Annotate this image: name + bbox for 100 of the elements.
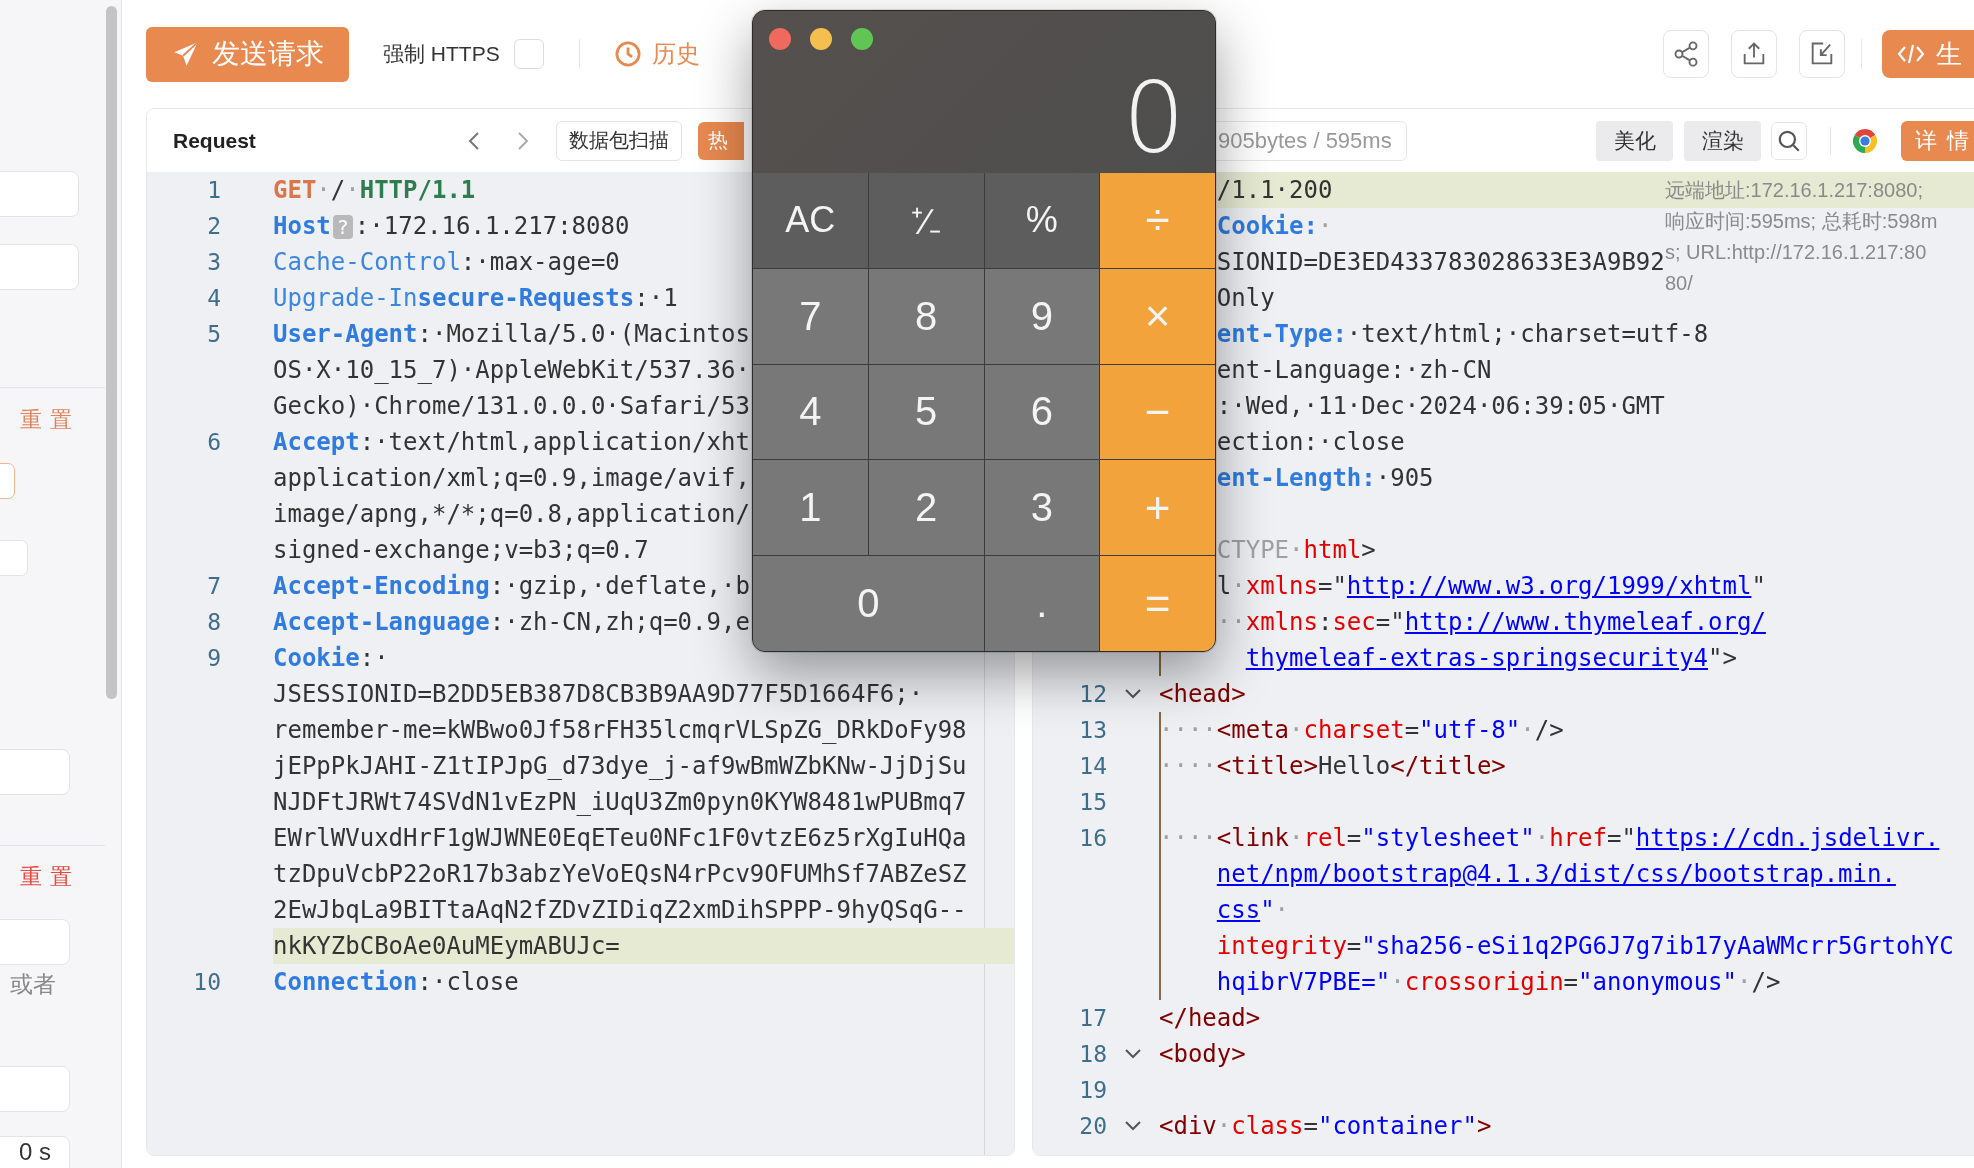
code-line: Gecko)·Chrome/131.0.0.0·Safari/53 (273, 391, 750, 422)
line-number: 16 (1078, 824, 1107, 853)
line-number: 13 (1078, 716, 1107, 745)
code-line: Cache-Control:·max-age=0 (273, 247, 620, 278)
line-number: 19 (1078, 1076, 1107, 1105)
reset-button[interactable]: 重 置 (20, 862, 74, 892)
calculator-key[interactable]: 8 (868, 268, 984, 364)
line-number: 9 (206, 644, 221, 673)
code-line: EWrlWVuxdHrF1gWJWNE0EqETeu0NFc1F0vtzE6z5rXgIuHQa (273, 823, 967, 854)
calculator-key[interactable]: % (984, 173, 1100, 268)
code-line: SIONID=DE3ED433783028633E3A9B92 (1216, 247, 1665, 278)
scrollbar[interactable] (106, 6, 117, 699)
chevron-down-icon[interactable] (1123, 1047, 1143, 1061)
code-line: <div·class="container"> (1159, 1111, 1492, 1142)
calculator-key[interactable]: 2 (868, 460, 984, 556)
input-field[interactable] (0, 244, 79, 290)
code-line: </head> (1159, 1003, 1261, 1034)
calculator-key[interactable]: ⁺∕₋ (868, 173, 984, 268)
view-button[interactable]: 美化 (1596, 120, 1673, 161)
chevron-down-icon[interactable] (1123, 1119, 1143, 1133)
code-line: 2EwJbqLa9BITtaAqN2fZDvZIDiqZ2xmDihSPPP-9hyQSqG-- (273, 895, 967, 926)
share-button[interactable] (1663, 30, 1709, 78)
hot-button[interactable]: 热 (698, 121, 744, 160)
code-line: <body> (1159, 1039, 1246, 1070)
line-number: 10 (192, 968, 221, 997)
code-line: Accept-Language:·zh-CN,zh;q=0.9,e (273, 607, 750, 638)
maximize-button[interactable] (851, 28, 873, 50)
minimize-button[interactable] (810, 28, 832, 50)
code-line: Cookie:· (1216, 211, 1333, 242)
code-line: ent-Type:·text/html;·charset=utf-8 (1216, 319, 1709, 350)
line-number: 17 (1078, 1004, 1107, 1033)
input-field[interactable]: 0 s (0, 1136, 70, 1168)
calculator-key[interactable]: 4 (753, 364, 868, 460)
details-button[interactable]: 详 情 (1901, 120, 1974, 161)
line-number: 14 (1078, 752, 1107, 781)
send-button[interactable]: 发送请求 (146, 26, 349, 82)
code-line: GET·/·HTTP/1.1 (273, 175, 476, 206)
code-line: CTYPE·html> (1216, 535, 1376, 566)
input-field[interactable] (0, 749, 70, 795)
code-line: ····<meta·charset="utf-8"·/> (1159, 715, 1564, 746)
scan-button[interactable]: 数据包扫描 (556, 120, 682, 161)
line-number: 12 (1078, 680, 1107, 709)
calculator-key[interactable]: AC (753, 173, 868, 268)
code-line: ection:·close (1216, 427, 1405, 458)
code-line: Host ? :·172.16.1.217:8080 (273, 211, 630, 242)
code-line: jEPpPkJAHI-Z1tIPJpG_d73dye_j-af9wBmWZbKNw-JjDjSu (273, 751, 967, 782)
code-line: ····<link·rel="stylesheet"·href="https://cdn.jsdelivr. (1159, 823, 1940, 854)
calculator-key[interactable]: 9 (984, 268, 1100, 364)
calculator-key[interactable]: 1 (753, 460, 868, 556)
calculator-key[interactable]: 0 (753, 556, 984, 651)
code-line: Accept-Encoding:·gzip,·deflate,·b (273, 571, 750, 602)
code-line: image/apng,*/*;q=0.8,application/ (273, 499, 750, 530)
code-line: <head> (1159, 679, 1246, 710)
code-line: ent-Language:·zh-CN (1216, 355, 1492, 386)
input-field[interactable] (0, 919, 70, 965)
upload-button[interactable] (1731, 30, 1777, 78)
input-field[interactable] (0, 171, 79, 217)
share-icon (1672, 40, 1700, 68)
line-number: 15 (1078, 788, 1107, 817)
https-checkbox[interactable] (513, 39, 544, 69)
input-field[interactable] (0, 1066, 70, 1112)
calculator-key[interactable]: . (984, 556, 1100, 651)
history-button[interactable]: 历史 (613, 38, 700, 70)
calculator-key[interactable]: 3 (984, 460, 1100, 556)
close-button[interactable] (769, 28, 791, 50)
code-line: ····<title>Hello</title> (1159, 751, 1506, 782)
code-line: thymeleaf-extras-springsecurity4"> (1245, 643, 1737, 674)
line-number: 7 (206, 572, 221, 601)
code-line: l·xmlns="http://www.w3.org/1999/xhtml" (1216, 571, 1766, 602)
search-button[interactable] (1771, 121, 1807, 160)
code-line: ent-Length:·905 (1216, 463, 1434, 494)
panel-title: Request (173, 128, 257, 153)
line-number: 18 (1078, 1040, 1107, 1069)
calculator-display: 0 (1122, 63, 1185, 173)
code-line: css"· (1216, 895, 1290, 926)
line-number: 8 (206, 608, 221, 637)
reset-button[interactable]: 重 置 (20, 405, 74, 435)
round-logo-icon[interactable] (1851, 126, 1879, 155)
line-number: 1 (206, 176, 221, 205)
line-number: 3 (206, 248, 221, 277)
code-line: ··xmlns:sec="http://www.thymeleaf.org/ (1216, 607, 1766, 638)
import-button[interactable] (1799, 30, 1845, 78)
code-line: net/npm/bootstrap@4.1.3/dist/css/bootstrap.min. (1216, 859, 1896, 890)
code-line: Accept:·text/html,application/xht (273, 427, 750, 458)
code-line: Upgrade-Insecure-Requests:·1 (273, 283, 678, 314)
line-number: 2 (206, 212, 221, 241)
view-button[interactable]: 渲染 (1684, 120, 1761, 161)
code-line: JSESSIONID=B2DD5EB387D8CB3B9AA9D77F5D1664F6;· (273, 679, 924, 710)
calculator-key[interactable]: 7 (753, 268, 868, 364)
calculator-key[interactable]: 6 (984, 364, 1100, 460)
calculator-key[interactable]: 5 (868, 364, 984, 460)
response-info: 远端地址:172.16.1.217:8080; 响应时间:595ms; 总耗时:598m s; URL:http://172.16.1.217:80 80/ (1665, 178, 1938, 296)
generate-button[interactable]: 生 (1882, 30, 1974, 78)
clock-icon (613, 40, 642, 68)
hint-text: 或者 (10, 970, 56, 999)
code-line: tzDpuVcbP22oR17b3abzYeVoEQsN4rPcv9OFUMhSf7ABZeSZ (273, 859, 967, 890)
chevron-down-icon[interactable] (1123, 687, 1143, 701)
line-number: 6 (206, 428, 221, 457)
line-number: 5 (206, 320, 221, 349)
code-line: application/xml;q=0.9,image/avif, (273, 463, 750, 494)
